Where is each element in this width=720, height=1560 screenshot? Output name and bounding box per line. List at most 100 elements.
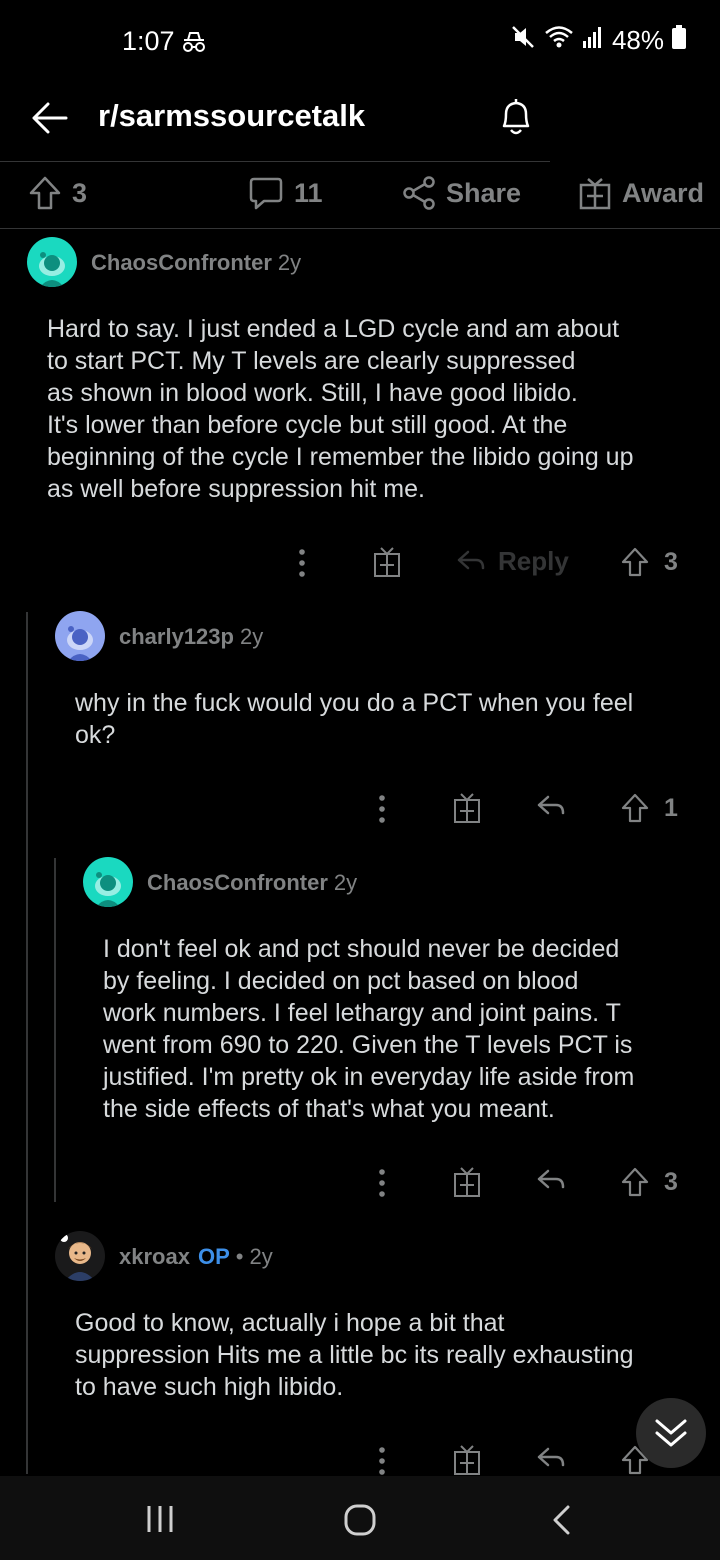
avatar[interactable] [55,1231,105,1281]
op-badge: OP [197,1244,230,1269]
post-upvote-count: 3 [72,177,88,208]
comment-actions [0,1444,720,1476]
upvote-button[interactable]: 3 [620,1166,678,1198]
comment-line: ok? [75,721,116,749]
status-bar: 1:07 48% [0,0,720,80]
subreddit-title[interactable]: r/sarmssourcetalk [98,98,365,134]
comment-line: went from 690 to 220. Given the T levels… [103,1031,633,1059]
gift-icon[interactable] [453,792,481,829]
username[interactable]: charly123p [119,624,234,649]
custom-avatar-icon [60,1234,95,1281]
thread-line [54,858,56,1202]
comment-actions: 1 [0,792,720,832]
comment-author[interactable]: charly123p 2y [119,624,263,650]
double-chevron-down-icon [655,1419,687,1447]
wifi-icon [544,24,574,57]
avatar[interactable] [55,611,105,661]
comment-line: suppression Hits me a little bc its real… [75,1341,634,1369]
home-icon[interactable] [343,1503,377,1542]
signal-icon [582,25,604,56]
share-label: Share [446,177,522,208]
avatar[interactable] [27,237,77,287]
comment-body: Good to know, actually i hope a bit that… [75,1307,705,1403]
app-header: r/sarmssourcetalk [0,80,720,160]
snoo-avatar-icon [67,626,93,661]
comment-line: as shown in blood work. Still, I have go… [47,379,578,407]
upvote-icon [29,176,61,210]
scroll-down-button[interactable] [636,1398,706,1468]
gift-icon[interactable] [373,546,401,583]
comment-actions: Reply 3 [0,546,720,586]
separator-dot: • [235,1244,244,1269]
reply-arrow-icon[interactable] [536,1166,566,1201]
comment-author[interactable]: ChaosConfronter 2y [91,250,301,276]
comment-line: Good to know, actually i hope a bit that [75,1309,505,1337]
battery-icon [672,25,686,56]
award-button[interactable]: Award [578,175,704,211]
status-time: 1:07 [122,26,175,56]
upvote-icon [621,793,649,823]
system-back-icon[interactable] [550,1504,574,1541]
comment-body: why in the fuck would you do a PCT when … [75,687,705,751]
post-action-bar: 3 11 Share Award [0,163,720,229]
snoo-avatar-icon [95,872,121,907]
award-label: Award [622,177,705,208]
comments-button[interactable]: 11 [248,175,323,211]
more-options-icon[interactable] [370,1166,394,1205]
avatar[interactable] [83,857,133,907]
comment-count: 11 [294,177,323,208]
gift-icon [579,178,611,210]
comment-line: to start PCT. My T levels are clearly su… [47,347,576,375]
comment-line: Hard to say. I just ended a LGD cycle an… [47,315,620,343]
comment-author[interactable]: ChaosConfronter 2y [147,870,357,896]
comment-line: work numbers. I feel lethargy and joint … [103,999,621,1027]
gift-icon[interactable] [453,1444,481,1476]
vote-count: 1 [664,793,678,822]
comment-line: It's lower than before cycle but still g… [47,411,568,439]
comment-age: 2y [277,250,302,275]
username[interactable]: ChaosConfronter [147,870,328,895]
upvote-button[interactable]: 1 [620,792,678,824]
reply-button[interactable]: Reply [456,546,569,577]
reply-arrow-icon[interactable] [536,792,566,827]
gift-icon[interactable] [453,1166,481,1203]
incognito-icon [180,30,208,59]
snoo-avatar-icon [39,252,65,287]
mute-icon [510,24,536,57]
comment-author[interactable]: xkroax OP • 2y [119,1244,273,1270]
more-options-icon[interactable] [290,546,314,585]
comment-age: 2y [239,624,264,649]
comment-line: as well before suppression hit me. [47,475,425,503]
upvote-button[interactable]: 3 [620,546,678,578]
reply-arrow-icon[interactable] [536,1444,566,1476]
post-upvote-button[interactable]: 3 [28,175,87,211]
comment-line: justified. I'm pretty ok in everyday lif… [103,1063,635,1091]
comment-actions: 3 [0,1166,720,1206]
share-icon [403,176,435,210]
more-options-icon[interactable] [370,792,394,831]
thread-line [26,612,28,1474]
back-arrow-icon[interactable] [30,98,70,143]
username[interactable]: xkroax [119,1244,190,1269]
username[interactable]: ChaosConfronter [91,250,272,275]
comment-line: why in the fuck would you do a PCT when … [75,689,634,717]
recent-apps-icon[interactable] [144,1504,176,1539]
comment-body: Hard to say. I just ended a LGD cycle an… [47,313,707,505]
system-nav-bar [0,1476,720,1560]
comment-body: I don't feel ok and pct should never be … [103,933,713,1125]
comment-age: 2y [333,870,358,895]
reply-arrow-icon [457,550,485,569]
comment-line: by feeling. I decided on pct based on bl… [103,967,579,995]
reply-label: Reply [498,546,569,576]
comment-line: the side effects of that's what you mean… [103,1095,555,1123]
comment-age: 2y [249,1244,273,1269]
bell-icon[interactable] [496,96,536,143]
more-options-icon[interactable] [370,1444,394,1476]
vote-count: 3 [664,1167,678,1196]
comment-line: to have such high libido. [75,1373,344,1401]
upvote-icon [621,547,649,577]
comment-bubble-icon [249,177,283,210]
comment-line: I don't feel ok and pct should never be … [103,935,620,963]
share-button[interactable]: Share [402,175,521,211]
battery-percent: 48% [611,25,664,55]
